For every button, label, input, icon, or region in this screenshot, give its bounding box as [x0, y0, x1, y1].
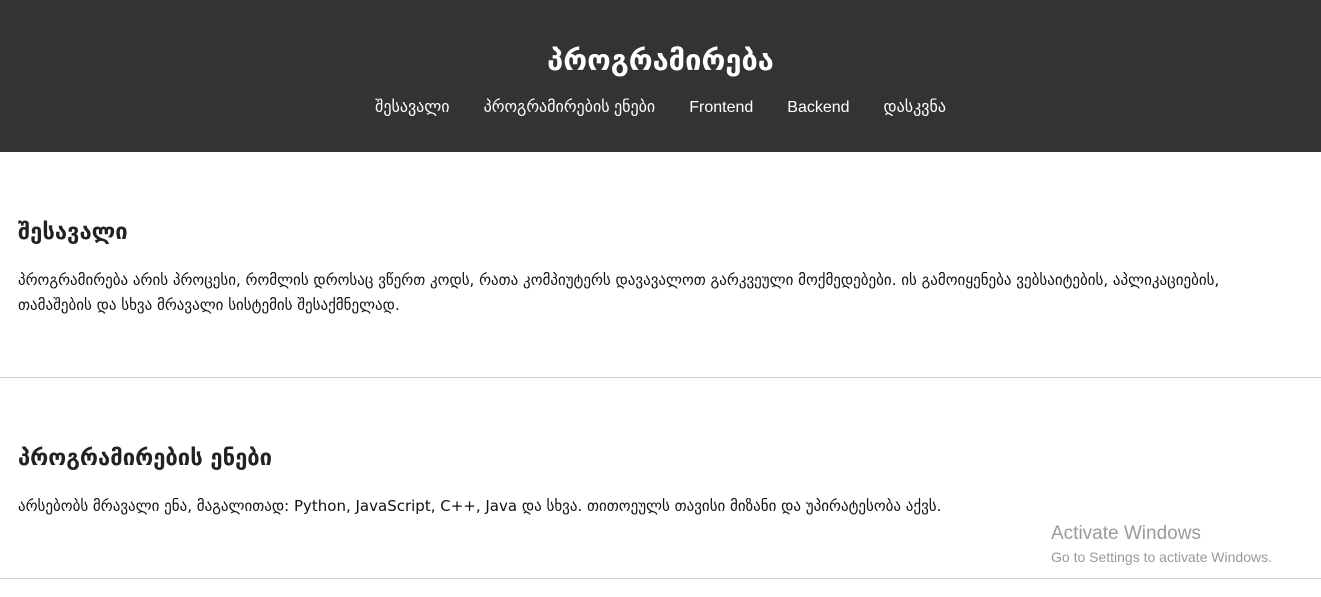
nav-link-languages[interactable]: პროგრამირების ენები [484, 88, 656, 128]
nav-link-frontend[interactable]: Frontend [689, 88, 753, 128]
section-intro: შესავალი პროგრამირება არის პროცესი, რომლ… [0, 152, 1321, 378]
section-heading: პროგრამირების ენები [18, 446, 273, 471]
nav-link-backend[interactable]: Backend [787, 88, 849, 128]
section-text: არსებობს მრავალი ენა, მაგალითად: Python,… [18, 497, 942, 515]
nav-link-intro[interactable]: შესავალი [375, 88, 450, 128]
main-content: შესავალი პროგრამირება არის პროცესი, რომლ… [0, 152, 1321, 579]
nav-link-conclusion[interactable]: დასკვნა [884, 88, 946, 128]
section-text: პროგრამირება არის პროცესი, რომლის დროსაც… [18, 271, 1220, 314]
main-nav: შესავალი პროგრამირების ენები Frontend Ba… [0, 88, 1321, 128]
section-heading: შესავალი [18, 220, 128, 245]
site-title: პროგრამირება [547, 43, 774, 77]
site-header: პროგრამირება შესავალი პროგრამირების ენებ… [0, 0, 1321, 152]
section-languages: პროგრამირების ენები არსებობს მრავალი ენა… [0, 378, 1321, 579]
